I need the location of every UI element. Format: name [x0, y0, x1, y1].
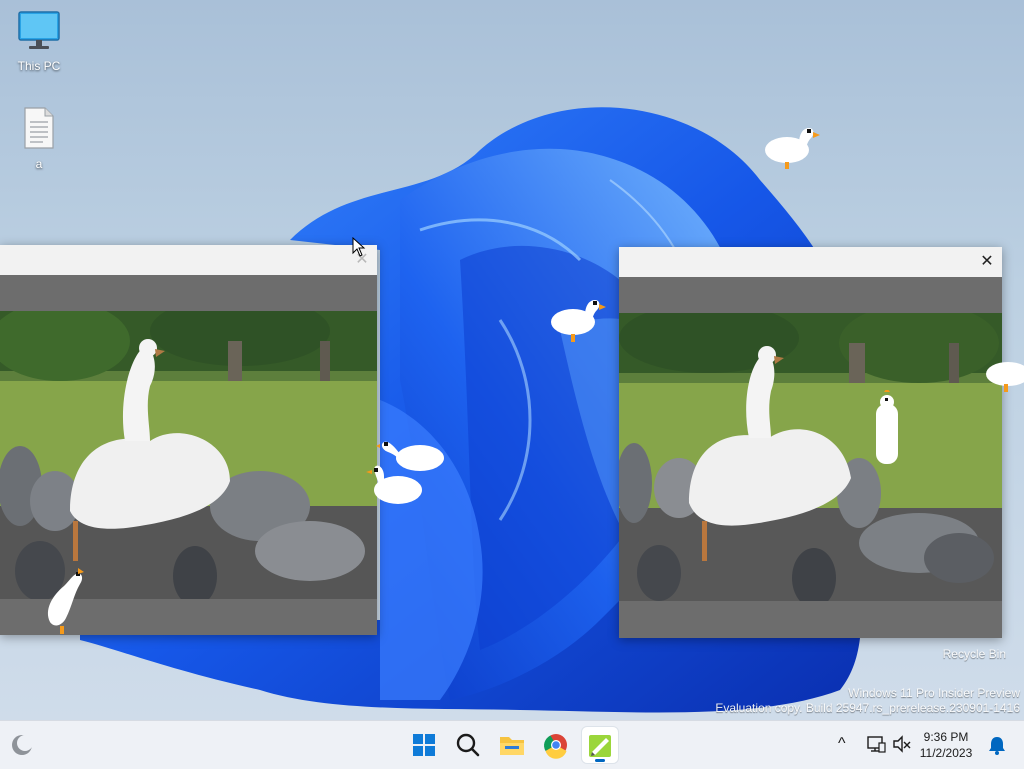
notifications-button[interactable]	[988, 735, 1006, 760]
text-file-icon	[24, 107, 54, 149]
monitor-icon	[18, 11, 60, 49]
desktop: This PC a Recycle Bin Windows 11 Pro Ins…	[0, 0, 1024, 720]
clock-time: 9:36 PM	[923, 730, 969, 744]
windows-start-icon	[413, 734, 435, 756]
recycle-bin-label[interactable]: Recycle Bin	[943, 647, 1006, 661]
mouse-cursor-icon	[352, 237, 366, 257]
file-explorer-button[interactable]	[494, 727, 530, 763]
start-button[interactable]	[406, 727, 442, 763]
close-button[interactable]: ✕	[976, 251, 998, 273]
desktop-icon-a[interactable]: a	[4, 106, 74, 171]
bell-icon	[989, 737, 1005, 755]
search-icon	[456, 733, 480, 757]
search-button[interactable]	[450, 727, 486, 763]
file-a-label: a	[35, 157, 43, 171]
chrome-button[interactable]	[538, 727, 574, 763]
active-indicator	[595, 759, 605, 762]
windows-watermark-line2: Evaluation copy. Build 25947.rs_prerelea…	[715, 701, 1020, 715]
this-pc-label: This PC	[17, 59, 61, 73]
goose-sprite-icon[interactable]	[42, 566, 86, 636]
goose-sprite-icon[interactable]	[549, 294, 607, 346]
windows-watermark-line1: Windows 11 Pro Insider Preview	[848, 686, 1020, 700]
chrome-icon	[544, 734, 567, 759]
meme-window-right[interactable]: ✕	[619, 247, 1002, 638]
folder-icon	[500, 737, 524, 755]
network-button[interactable]	[866, 734, 886, 759]
window-titlebar[interactable]	[0, 245, 377, 275]
widgets-button[interactable]	[8, 731, 36, 759]
goose-sprite-icon[interactable]	[872, 390, 902, 470]
weather-widget-icon	[12, 735, 33, 755]
taskbar: ^ 9:36 PM 11/2/2023	[0, 720, 1024, 769]
volume-button[interactable]	[892, 734, 912, 759]
goose-video-frame	[0, 311, 377, 599]
volume-muted-icon	[893, 735, 911, 753]
network-icon	[867, 736, 886, 753]
clock-date: 11/2/2023	[919, 746, 973, 760]
goose-app-button[interactable]	[582, 727, 618, 763]
goose-sprite-icon[interactable]	[984, 352, 1024, 396]
goose-sprite-icon[interactable]	[763, 122, 821, 170]
show-hidden-icons-button[interactable]: ^	[838, 735, 846, 753]
goose-sprite-icon[interactable]	[364, 462, 426, 512]
desktop-icon-this-pc[interactable]: This PC	[4, 10, 74, 73]
clock-button[interactable]: 9:36 PM 11/2/2023	[914, 729, 978, 761]
goose-video-frame	[619, 313, 1002, 601]
notepad-icon	[589, 735, 611, 757]
window-titlebar[interactable]	[619, 247, 1002, 277]
